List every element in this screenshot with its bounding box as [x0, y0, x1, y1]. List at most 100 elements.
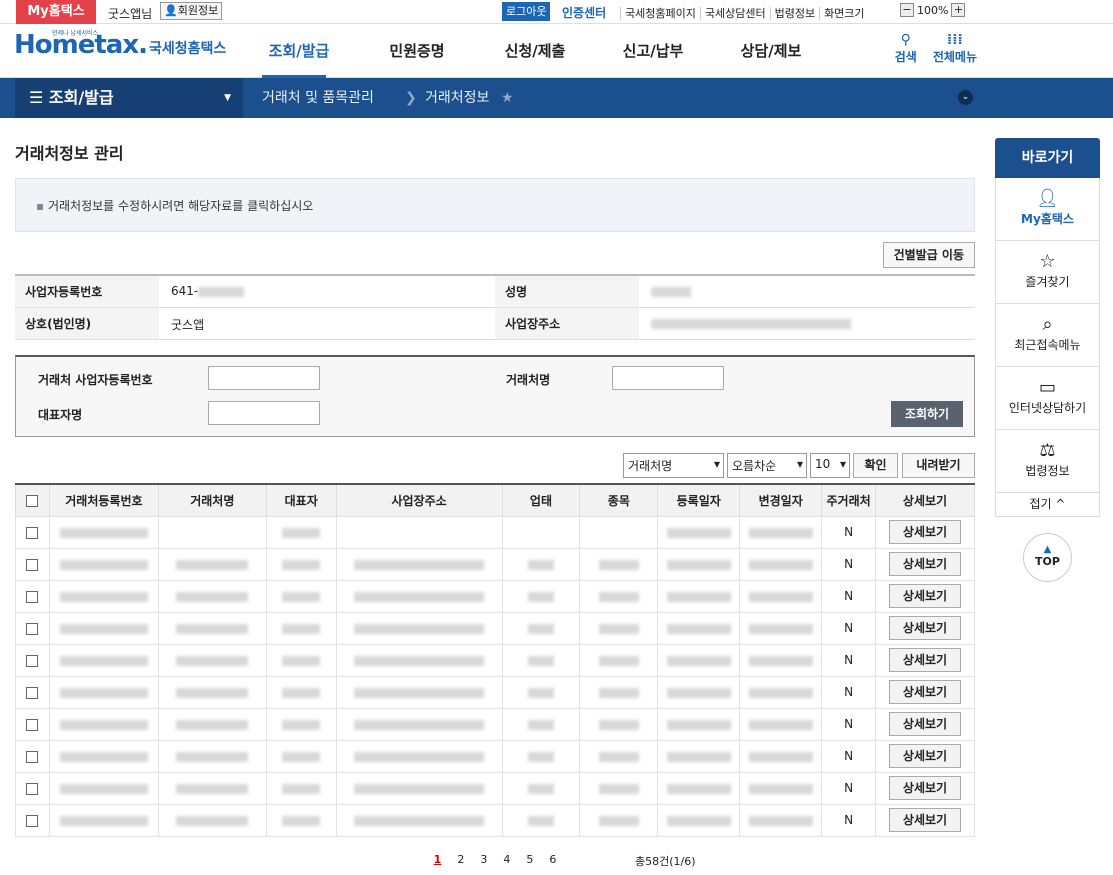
auth-center-link[interactable]: 인증센터: [562, 4, 606, 21]
scroll-top-button[interactable]: ▲ TOP: [1023, 533, 1072, 582]
row-checkbox[interactable]: [26, 814, 39, 827]
menu-consult-report[interactable]: 상담/제보: [712, 24, 830, 78]
name-label: 성명: [495, 276, 639, 307]
tax-consult-link[interactable]: 국세상담센터: [699, 7, 770, 20]
user-icon: 👤: [164, 4, 178, 17]
row-checkbox[interactable]: [26, 558, 39, 571]
detail-button[interactable]: 상세보기: [889, 808, 961, 832]
menu-civil-cert[interactable]: 민원증명: [358, 24, 476, 78]
row-checkbox[interactable]: [26, 526, 39, 539]
page-1[interactable]: 1: [434, 853, 442, 866]
member-info-button[interactable]: 👤회원정보: [160, 2, 223, 20]
page-size-select[interactable]: 10: [810, 453, 850, 478]
detail-cell: 상세보기: [875, 803, 975, 837]
download-button[interactable]: 내려받기: [902, 453, 975, 478]
sort-field-select[interactable]: 거래처명: [623, 453, 724, 478]
table-row[interactable]: N 상세보기: [15, 739, 975, 773]
table-row[interactable]: N 상세보기: [15, 547, 975, 581]
law-info-link[interactable]: 법령정보: [769, 7, 820, 20]
table-row[interactable]: N 상세보기: [15, 707, 975, 741]
hometax-logo[interactable]: 언제나 납세서비스 Hometax. 국세청홈택스: [14, 30, 226, 60]
row-checkbox-cell: [15, 707, 50, 741]
individual-issue-button[interactable]: 건별발급 이동: [882, 242, 975, 268]
menu-inquiry-issue[interactable]: 조회/발급: [240, 24, 358, 78]
quick-recent-menu[interactable]: ⌕ 최근접속메뉴: [995, 304, 1100, 367]
row-checkbox[interactable]: [26, 686, 39, 699]
detail-cell: 상세보기: [875, 515, 975, 549]
row-checkbox[interactable]: [26, 782, 39, 795]
search-panel: 거래처 사업자등록번호 거래처명 대표자명 조회하기: [15, 355, 975, 437]
chevron-down-icon[interactable]: ⌄: [958, 90, 973, 105]
table-row[interactable]: N 상세보기: [15, 803, 975, 837]
logout-button[interactable]: 로그아웃: [502, 2, 551, 21]
masked-cell: [48, 643, 159, 677]
star-icon[interactable]: ★: [501, 78, 514, 118]
detail-button[interactable]: 상세보기: [889, 616, 961, 640]
select-all-cell: [15, 484, 50, 517]
breadcrumb-partner-item[interactable]: 거래처 및 품목관리: [262, 78, 374, 118]
search-submit-button[interactable]: 조회하기: [891, 401, 963, 427]
detail-button[interactable]: 상세보기: [889, 520, 961, 544]
my-hometax-tab[interactable]: My홈택스: [16, 0, 96, 24]
col-item: 종목: [579, 484, 659, 517]
detail-button[interactable]: 상세보기: [889, 776, 961, 800]
row-checkbox[interactable]: [26, 750, 39, 763]
menu-report-pay[interactable]: 신고/납부: [594, 24, 712, 78]
masked-cell: [657, 611, 741, 645]
table-row[interactable]: N 상세보기: [15, 579, 975, 613]
partner-biz-no-input[interactable]: [208, 366, 320, 390]
row-checkbox[interactable]: [26, 590, 39, 603]
detail-button[interactable]: 상세보기: [889, 744, 961, 768]
menu-apply-submit[interactable]: 신청/제출: [476, 24, 594, 78]
nts-homepage-link[interactable]: 국세청홈페이지: [620, 7, 700, 20]
quick-fold-button[interactable]: 접기 ^: [995, 493, 1100, 517]
partner-name-input[interactable]: [612, 366, 724, 390]
select-all-checkbox[interactable]: [26, 494, 39, 507]
all-menu-button[interactable]: ⁞⁞⁞ 전체메뉴: [933, 32, 977, 65]
category-dropdown[interactable]: ☰ 조회/발급 ▼: [15, 78, 243, 118]
table-row[interactable]: N 상세보기: [15, 611, 975, 645]
quick-my-hometax-label: My홈택스: [1021, 212, 1074, 226]
table-row[interactable]: N 상세보기: [15, 515, 975, 549]
row-checkbox-cell: [15, 771, 50, 805]
quick-online-consult[interactable]: ▭ 인터넷상담하기: [995, 367, 1100, 430]
rep-name-input[interactable]: [208, 401, 320, 425]
zoom-out-button[interactable]: −: [900, 3, 914, 17]
page-2[interactable]: 2: [457, 853, 464, 866]
row-checkbox[interactable]: [26, 718, 39, 731]
col-reg-date: 등록일자: [657, 484, 741, 517]
masked-cell: [335, 739, 503, 773]
detail-button[interactable]: 상세보기: [889, 648, 961, 672]
page-3[interactable]: 3: [480, 853, 487, 866]
detail-button[interactable]: 상세보기: [889, 712, 961, 736]
masked-cell: [579, 771, 659, 805]
page-4[interactable]: 4: [503, 853, 510, 866]
quick-recent-label: 최근접속메뉴: [1014, 338, 1081, 352]
screen-size-label: 화면크기: [819, 7, 869, 20]
quick-my-hometax[interactable]: 👤︎ My홈택스: [995, 178, 1100, 241]
table-row[interactable]: N 상세보기: [15, 675, 975, 709]
action-bar: 건별발급 이동: [15, 232, 975, 274]
page-6[interactable]: 6: [549, 853, 556, 866]
table-row[interactable]: N 상세보기: [15, 643, 975, 677]
table-row[interactable]: N 상세보기: [15, 771, 975, 805]
row-checkbox[interactable]: [26, 654, 39, 667]
masked-cell: [157, 803, 267, 837]
confirm-button[interactable]: 확인: [853, 453, 898, 478]
masked-cell: [501, 675, 581, 709]
row-checkbox[interactable]: [26, 622, 39, 635]
zoom-in-button[interactable]: +: [951, 3, 966, 17]
page-5[interactable]: 5: [526, 853, 533, 866]
detail-cell: 상세보기: [875, 611, 975, 645]
breadcrumb-partner-info[interactable]: 거래처정보: [425, 78, 489, 118]
col-address: 사업장주소: [335, 484, 503, 517]
masked-cell: [335, 579, 503, 613]
detail-button[interactable]: 상세보기: [889, 680, 961, 704]
search-button[interactable]: ⚲ 검색: [895, 32, 917, 65]
detail-button[interactable]: 상세보기: [889, 584, 961, 608]
quick-favorites[interactable]: ☆ 즐겨찾기: [995, 241, 1100, 304]
quick-law-info[interactable]: ⚖ 법령정보: [995, 430, 1100, 493]
sort-order-select[interactable]: 오름차순: [727, 453, 807, 478]
detail-button[interactable]: 상세보기: [889, 552, 961, 576]
masked-cell: [579, 547, 659, 581]
